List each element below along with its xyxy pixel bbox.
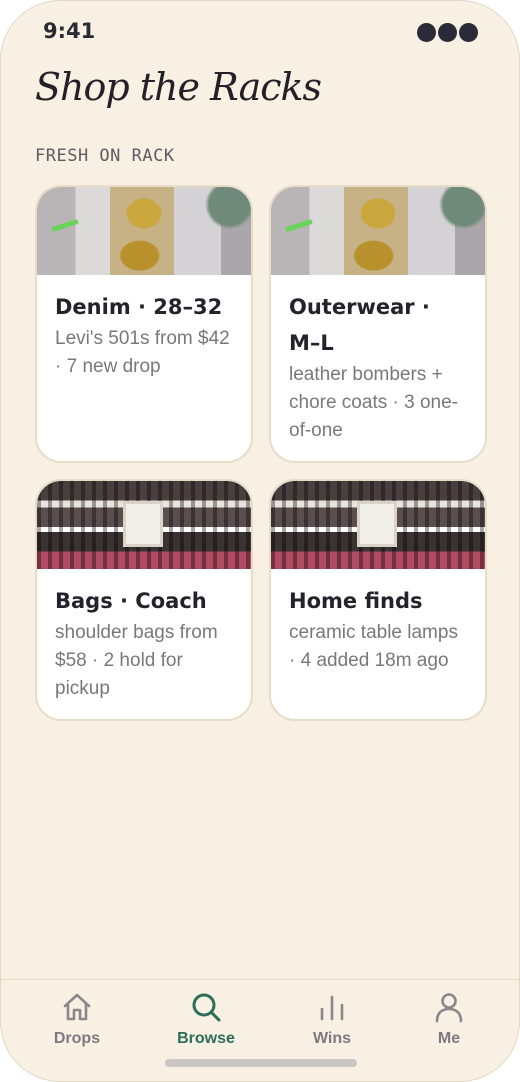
search-icon — [192, 993, 221, 1022]
tab-label: Me — [437, 1030, 461, 1047]
card-title: Bags · Coach — [55, 589, 207, 613]
tab-me[interactable]: Me — [399, 990, 499, 1048]
tab-label: Drops — [53, 1030, 101, 1047]
rack-card-bags[interactable]: Bags · Coach shoulder bags from $58 · 2 … — [35, 479, 253, 721]
home-indicator[interactable] — [165, 1059, 357, 1067]
tab-browse[interactable]: Browse — [156, 990, 256, 1048]
bar-chart-icon — [320, 995, 344, 1021]
tab-drops[interactable]: Drops — [27, 990, 127, 1048]
tab-label: Browse — [177, 1030, 235, 1047]
card-description: ceramic table lamps · 4 added 18m ago — [289, 622, 458, 671]
card-title: Home finds — [289, 589, 423, 613]
card-description: Levi's 501s from $42 · 7 new drop — [55, 328, 230, 377]
status-time: 9:41 — [43, 19, 96, 43]
card-image — [37, 481, 251, 569]
card-title: Outerwear · M–L — [289, 295, 430, 355]
card-description: shoulder bags from $58 · 2 hold for pick… — [55, 622, 218, 699]
card-image — [271, 187, 485, 275]
page-title: Shop the Racks — [35, 65, 322, 109]
tab-wins[interactable]: Wins — [282, 990, 382, 1048]
tab-label: Wins — [312, 1030, 352, 1047]
rack-card-home[interactable]: Home finds ceramic table lamps · 4 added… — [269, 479, 487, 721]
card-description: leather bombers + chore coats · 3 one-of… — [289, 364, 458, 441]
phone-screen: 9:41 Shop the Racks FRESH ON RACK Denim … — [0, 0, 520, 1082]
card-image — [37, 187, 251, 275]
section-label: FRESH ON RACK — [35, 146, 175, 166]
card-title: Denim · 28–32 — [55, 295, 223, 319]
person-icon — [435, 993, 463, 1023]
card-image — [271, 481, 485, 569]
rack-card-outerwear[interactable]: Outerwear · M–L leather bombers + chore … — [269, 185, 487, 463]
home-icon — [63, 993, 91, 1021]
more-options-icon[interactable] — [417, 23, 478, 42]
rack-card-denim[interactable]: Denim · 28–32 Levi's 501s from $42 · 7 n… — [35, 185, 253, 463]
